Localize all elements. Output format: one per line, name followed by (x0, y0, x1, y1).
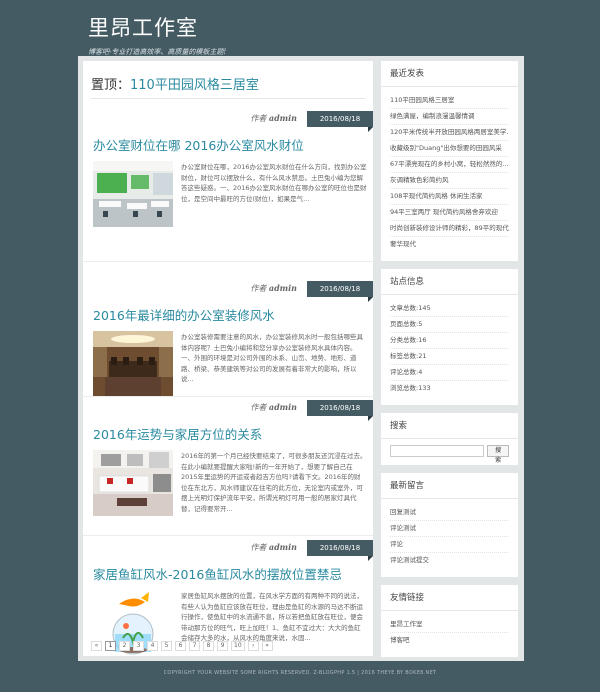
page-4[interactable]: 4 (147, 641, 158, 651)
post-excerpt: 办公室财位在哪，2016办公室风水财位在什么方向，找到办公室财位，财位可以摆放什… (181, 163, 367, 203)
search-button[interactable]: 搜索 (487, 445, 509, 464)
comment-link[interactable]: 回复测试 (390, 505, 509, 521)
page-2[interactable]: 2 (119, 641, 130, 651)
divider (83, 396, 373, 397)
page-last[interactable]: » (261, 641, 273, 651)
recent-post-link[interactable]: 收藏级别"Duang"出你想要的田园风采 (390, 141, 509, 157)
stat-item: 评论总数:4 (390, 365, 509, 381)
page-10[interactable]: 10 (231, 641, 245, 651)
friend-link[interactable]: 博客吧 (390, 633, 509, 649)
widget-title: 最新留言 (381, 473, 518, 499)
post-title[interactable]: 办公室财位在哪 2016办公室风水财位 (93, 135, 304, 154)
page-next[interactable]: › (247, 641, 259, 651)
post-author: 作者 admin (250, 283, 297, 294)
site-title[interactable]: 里昂工作室 (88, 12, 226, 42)
stat-item: 浏览总数:133 (390, 384, 431, 392)
sticky-post: 置顶： 110平田园风格三居室 (91, 69, 365, 99)
widget-friend-links: 友情链接 里昂工作室 博客吧 (381, 585, 518, 657)
main-column: 置顶： 110平田园风格三居室 作者 admin 2016/08/18 办公室财… (83, 61, 373, 656)
recent-post-link[interactable]: 67平漂亮现在的乡村小窝，轻松然然的… (390, 157, 509, 173)
stat-item: 分类总数:16 (390, 333, 509, 349)
recent-post-link[interactable]: 108平现代简约风格 休闲生活家 (390, 189, 509, 205)
content-wrapper: 置顶： 110平田园风格三居室 作者 admin 2016/08/18 办公室财… (78, 56, 524, 661)
living-room-image (93, 450, 173, 516)
recent-post-link[interactable]: 120平米传统半开放田园风格两居室美学… (390, 125, 509, 141)
widget-title: 搜索 (381, 413, 518, 439)
recent-post-link[interactable]: 绿色满屋，编制浪漫温馨情调 (390, 109, 509, 125)
comment-link[interactable]: 评论测试 (390, 521, 509, 537)
recent-post-link[interactable]: 灰调精致色彩简约风 (390, 173, 509, 189)
author-prefix: 作者 (250, 284, 267, 293)
author-name[interactable]: admin (269, 542, 297, 552)
post-date: 2016/08/18 (307, 400, 373, 421)
recent-post-link[interactable]: 时尚创新装修设计师的精彩，89平的现代… (390, 221, 509, 237)
page-9[interactable]: 9 (217, 641, 228, 651)
post-excerpt: 2016年的第一个月已经快要结束了，可很多朋友还沉浸在过去。在此小编就要提醒大家… (181, 452, 367, 513)
author-prefix: 作者 (250, 114, 267, 123)
stat-item: 文章总数:145 (390, 301, 509, 317)
page-first[interactable]: « (91, 641, 102, 651)
post-title[interactable]: 2016年运势与家居方位的关系 (93, 424, 262, 443)
widget-site-info: 站点信息 文章总数:145 页面总数:5 分类总数:16 标签总数:21 评论总… (381, 269, 518, 405)
post-item: 作者 admin 2016/08/18 2016年最详细的办公室装修风水 办公室… (83, 279, 373, 399)
post-author: 作者 admin (250, 402, 297, 413)
post-item: 作者 admin 2016/08/18 2016年运势与家居方位的关系 2016… (83, 398, 373, 538)
site-header: 里昂工作室 博客吧-专业打造高效率、高质量的模板主题! (88, 12, 226, 57)
author-name[interactable]: admin (269, 283, 297, 293)
author-name[interactable]: admin (269, 113, 297, 123)
post-meta: 作者 admin 2016/08/18 (83, 109, 373, 132)
post-thumbnail[interactable] (93, 161, 173, 227)
page-6[interactable]: 6 (175, 641, 186, 651)
comment-link[interactable]: 评论 (390, 537, 509, 553)
page-7[interactable]: 7 (189, 641, 200, 651)
post-date: 2016/08/18 (307, 540, 373, 561)
page-3[interactable]: 3 (133, 641, 144, 651)
widget-search: 搜索 搜索 (381, 413, 518, 465)
post-title[interactable]: 2016年最详细的办公室装修风水 (93, 305, 275, 324)
page-8[interactable]: 8 (203, 641, 214, 651)
author-prefix: 作者 (250, 543, 267, 552)
widget-title: 最近发表 (381, 61, 518, 87)
sticky-post-link[interactable]: 110平田园风格三居室 (130, 74, 259, 93)
post-thumbnail[interactable] (93, 331, 173, 397)
post-meta: 作者 admin 2016/08/18 (83, 279, 373, 302)
widget-recent-comments: 最新留言 回复测试 评论测试 评论 评论测试提交 (381, 473, 518, 577)
divider (83, 535, 373, 536)
post-author: 作者 admin (250, 113, 297, 124)
recent-post-link[interactable]: 94平三室两厅 现代简约风格舍弃欢迎 (390, 205, 509, 221)
page-5[interactable]: 5 (161, 641, 172, 651)
post-title[interactable]: 家居鱼缸风水-2016鱼缸风水的摆放位置禁忌 (93, 564, 342, 583)
post-author: 作者 admin (250, 542, 297, 553)
post-excerpt: 家居鱼缸风水摆放的位置，在风水学方面的有两种不同的说法，有些人认为鱼缸应该放在旺… (181, 592, 363, 643)
post-excerpt: 办公室装修需要注意的风水，办公室装修风水时一般包括哪些具体内容呢？土巴兔小编将和… (181, 333, 363, 384)
post-meta: 作者 admin 2016/08/18 (83, 398, 373, 421)
search-input[interactable] (390, 445, 485, 457)
widget-title: 友情链接 (381, 585, 518, 611)
recent-post-link[interactable]: 110平田园风格三居室 (390, 93, 509, 109)
comment-link[interactable]: 评论测试提交 (390, 553, 509, 569)
sticky-prefix: 置顶： (91, 78, 131, 93)
stat-item: 页面总数:5 (390, 317, 509, 333)
post-item: 作者 admin 2016/08/18 办公室财位在哪 2016办公室风水财位 (83, 109, 373, 259)
sidebar: 最近发表 110平田园风格三居室 绿色满屋，编制浪漫温馨情调 120平米传统半开… (381, 61, 518, 665)
post-thumbnail[interactable] (93, 450, 173, 516)
post-date: 2016/08/18 (307, 281, 373, 302)
divider (83, 261, 373, 262)
office-green-image (93, 161, 173, 227)
widget-title: 站点信息 (381, 269, 518, 295)
recent-post-link[interactable]: 奢华现代 (390, 237, 509, 253)
meeting-room-image (93, 331, 173, 397)
author-prefix: 作者 (250, 403, 267, 412)
site-footer: COPYRIGHT YOUR WEBSITE SOME RIGHTS RESER… (163, 670, 437, 676)
page-1[interactable]: 1 (105, 641, 116, 651)
post-meta: 作者 admin 2016/08/18 (83, 538, 373, 561)
friend-link[interactable]: 里昂工作室 (390, 617, 509, 633)
stat-item: 标签总数:21 (390, 349, 509, 365)
author-name[interactable]: admin (269, 402, 297, 412)
pagination: « 1 2 3 4 5 6 7 8 9 10 › » (91, 641, 273, 651)
widget-recent-posts: 最近发表 110平田园风格三居室 绿色满屋，编制浪漫温馨情调 120平米传统半开… (381, 61, 518, 261)
post-date: 2016/08/18 (307, 111, 373, 132)
post-item: 作者 admin 2016/08/18 家居鱼缸风水-2016鱼缸风水的摆放位置… (83, 538, 373, 656)
